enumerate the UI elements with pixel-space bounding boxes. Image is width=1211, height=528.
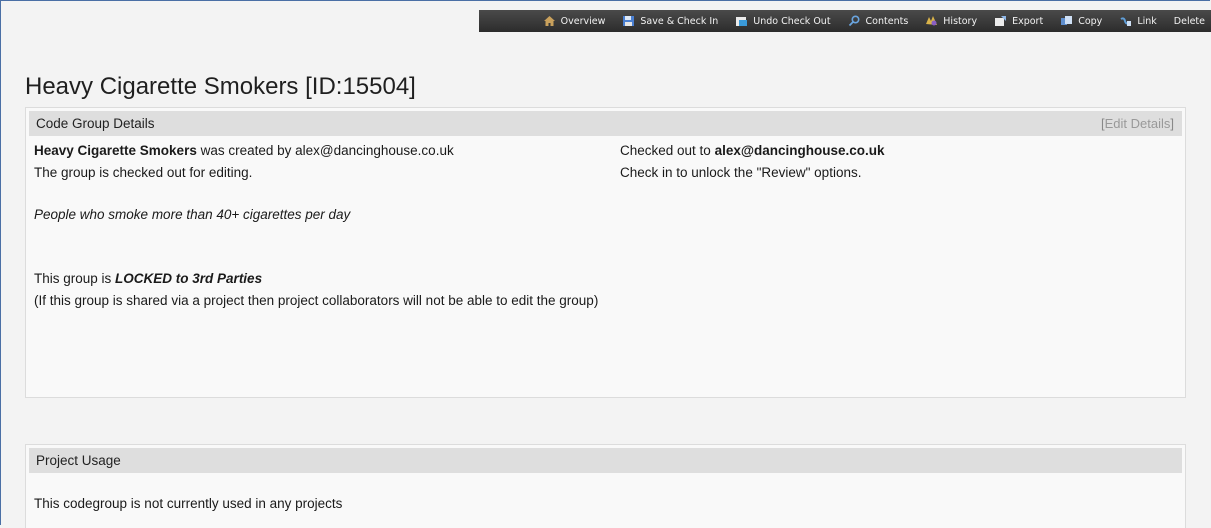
overview-button[interactable]: Overview bbox=[543, 15, 606, 27]
lock-status-line: This group is LOCKED to 3rd Parties bbox=[34, 268, 624, 290]
details-left-column: Heavy Cigarette Smokers was created by a… bbox=[34, 140, 624, 312]
history-icon bbox=[925, 15, 938, 27]
copy-icon bbox=[1060, 15, 1073, 27]
created-by-text: was created by alex@dancinghouse.co.uk bbox=[196, 143, 454, 158]
export-button[interactable]: Export bbox=[994, 15, 1043, 27]
delete-label: Delete bbox=[1173, 15, 1205, 27]
home-icon bbox=[543, 15, 556, 27]
checked-out-to-line: Checked out to alex@dancinghouse.co.uk bbox=[620, 140, 1160, 162]
usage-panel-title: Project Usage bbox=[36, 453, 121, 468]
group-description: People who smoke more than 40+ cigarette… bbox=[34, 207, 351, 222]
save-check-in-button[interactable]: Save & Check In bbox=[622, 15, 718, 27]
checked-out-user: alex@dancinghouse.co.uk bbox=[714, 143, 885, 158]
checked-out-to-prefix: Checked out to bbox=[620, 143, 715, 158]
magnifier-icon bbox=[848, 15, 861, 27]
details-right-column: Checked out to alex@dancinghouse.co.uk C… bbox=[620, 140, 1160, 184]
copy-button[interactable]: Copy bbox=[1060, 15, 1102, 27]
undo-check-out-label: Undo Check Out bbox=[753, 15, 831, 27]
check-in-hint: Check in to unlock the "Review" options. bbox=[620, 165, 862, 180]
history-label: History bbox=[943, 15, 978, 27]
edit-details-wrapper: [Edit Details] bbox=[1101, 116, 1174, 131]
history-button[interactable]: History bbox=[925, 15, 977, 27]
lock-prefix: This group is bbox=[34, 271, 116, 286]
lock-status: LOCKED to 3rd Parties bbox=[115, 271, 263, 286]
contents-button[interactable]: Contents bbox=[848, 15, 909, 27]
edit-details-link[interactable]: Edit Details bbox=[1105, 116, 1171, 131]
details-body: Heavy Cigarette Smokers was created by a… bbox=[26, 136, 1185, 381]
usage-panel-header: Project Usage bbox=[29, 448, 1182, 473]
project-usage-panel: Project Usage This codegroup is not curr… bbox=[25, 444, 1186, 528]
undo-check-out-button[interactable]: Undo Check Out bbox=[735, 15, 831, 27]
lock-note: (If this group is shared via a project t… bbox=[34, 293, 599, 308]
delete-button[interactable]: Delete bbox=[1174, 16, 1205, 27]
export-label: Export bbox=[1012, 15, 1044, 27]
undo-checkout-icon bbox=[735, 15, 748, 27]
page-title: Heavy Cigarette Smokers [ID:15504] bbox=[25, 73, 416, 100]
save-icon bbox=[622, 15, 635, 27]
action-toolbar: Overview Save & Check In Undo Check Out … bbox=[479, 10, 1211, 32]
edit-bracket-close: ] bbox=[1170, 116, 1174, 131]
link-button[interactable]: Link bbox=[1119, 15, 1157, 27]
usage-message: This codegroup is not currently used in … bbox=[34, 496, 343, 511]
link-icon bbox=[1119, 15, 1132, 27]
copy-label: Copy bbox=[1078, 15, 1103, 27]
link-label: Link bbox=[1137, 15, 1157, 27]
created-by-line: Heavy Cigarette Smokers was created by a… bbox=[34, 140, 624, 162]
details-panel-header: Code Group Details [Edit Details] bbox=[29, 111, 1182, 136]
save-check-in-label: Save & Check In bbox=[640, 15, 719, 27]
checked-out-status: The group is checked out for editing. bbox=[34, 165, 253, 180]
group-name: Heavy Cigarette Smokers bbox=[34, 143, 197, 158]
export-icon bbox=[994, 15, 1007, 27]
contents-label: Contents bbox=[865, 15, 909, 27]
overview-label: Overview bbox=[560, 15, 606, 27]
details-panel-title: Code Group Details bbox=[36, 116, 155, 131]
code-group-details-panel: Code Group Details [Edit Details] Heavy … bbox=[25, 107, 1186, 398]
